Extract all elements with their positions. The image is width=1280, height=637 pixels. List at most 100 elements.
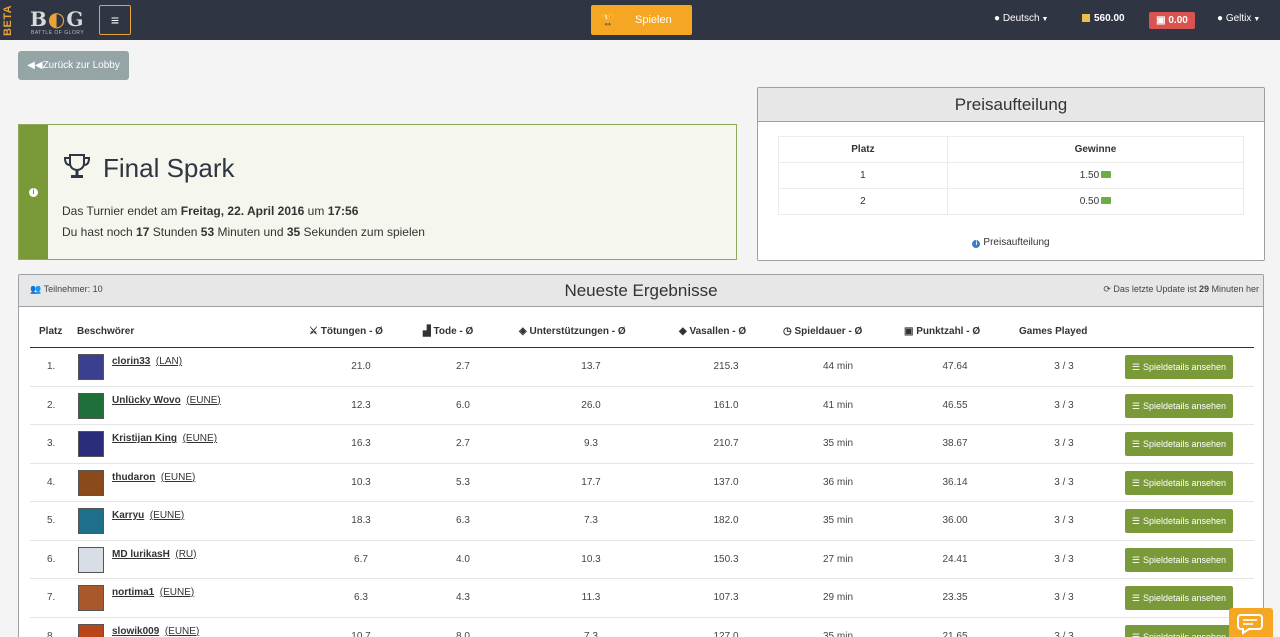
summoner-avatar[interactable] [78, 623, 104, 637]
duration-cell: 41 min [822, 399, 854, 411]
duration-cell: 35 min [822, 630, 854, 637]
summoner-avatar[interactable] [78, 508, 104, 534]
score-cell: 23.35 [942, 592, 968, 603]
deaths-cell: 4.0 [456, 553, 470, 565]
place-cell: 6. [47, 553, 56, 565]
score-cell: 36.00 [942, 515, 968, 526]
column-header-assists[interactable]: ◈ Unterstützungen - Ø [519, 326, 626, 337]
back-to-lobby-button[interactable]: ◀◀Zurück zur Lobby [18, 51, 129, 80]
summoner-link[interactable]: thudaron (EUNE) [112, 472, 195, 483]
gamepad-icon: ▣ [904, 326, 914, 337]
list-icon: ☰ [1131, 362, 1140, 372]
game-details-button[interactable]: ☰ Spieldetails ansehen [1125, 432, 1233, 456]
column-header-score[interactable]: ▣ Punktzahl - Ø [904, 326, 980, 337]
minions-cell: 210.7 [713, 438, 739, 449]
column-header-summoner: Beschwörer [77, 326, 135, 337]
place-cell: 8. [47, 630, 56, 637]
games-cell: 3 / 3 [1054, 476, 1074, 488]
info-strip: i [19, 125, 48, 259]
place-cell: 4. [47, 476, 56, 488]
game-details-button[interactable]: ☰ Spieldetails ansehen [1125, 624, 1233, 637]
cash-balance[interactable]: ▣ 0.00 [1149, 12, 1195, 29]
assists-cell: 13.7 [581, 361, 601, 372]
kills-cell: 16.3 [351, 438, 371, 449]
table-row: 7. nortima1 (EUNE) 6.3 4.3 11.3 107.3 29 min 23… [30, 579, 1254, 618]
summoner-link[interactable]: slowik009 (EUNE) [112, 626, 199, 637]
score-cell: 36.14 [942, 476, 968, 488]
tournament-title: Final Spark [103, 153, 235, 183]
games-cell: 3 / 3 [1054, 438, 1074, 449]
summoner-avatar[interactable] [78, 392, 104, 419]
prize-table-header: Platz Gewinne [778, 136, 1245, 163]
chat-icon [1237, 614, 1263, 635]
column-header-duration[interactable]: ◷ Spieldauer - Ø [783, 326, 862, 337]
summoner-link[interactable]: Karryu (EUNE) [112, 510, 184, 521]
globe-icon: ● [994, 13, 1001, 24]
user-dropdown[interactable]: ● Geltix ▼ [1217, 13, 1260, 24]
column-header-kills[interactable]: ⚔ Tötungen - Ø [309, 326, 383, 337]
time-remaining-text: Du hast noch 17 Stunden 53 Minuten und 3… [62, 225, 425, 239]
place-cell: 3. [47, 438, 56, 449]
place-cell: 7. [47, 592, 56, 603]
table-row: 2. Unlücky Wovo (EUNE) 12.3 6.0 26.0 161.0 41 … [30, 387, 1254, 425]
game-details-button[interactable]: ☰ Spieldetails ansehen [1125, 586, 1233, 610]
kills-cell: 6.3 [354, 592, 368, 603]
games-cell: 3 / 3 [1054, 515, 1074, 526]
deaths-cell: 6.0 [456, 399, 470, 411]
play-button[interactable]: 🏆 Spielen [591, 5, 692, 35]
top-navbar: BETA B◐G BATTLE OF GLORY ≡ 🏆 Spielen ● D… [0, 0, 1280, 40]
game-details-button[interactable]: ☰ Spieldetails ansehen [1125, 470, 1233, 495]
assists-cell: 10.3 [581, 553, 601, 565]
summoner-link[interactable]: Unlücky Wovo (EUNE) [112, 395, 221, 406]
list-icon: ☰ [1131, 400, 1140, 411]
summoner-avatar[interactable] [78, 431, 104, 457]
prize-distribution-link[interactable]: i Preisaufteilung [758, 237, 1264, 248]
prize-amount: 0.50 [946, 188, 1245, 215]
game-details-button[interactable]: ☰ Spieldetails ansehen [1125, 509, 1233, 533]
minions-cell: 107.3 [713, 592, 739, 603]
refresh-icon: ⟳ [1103, 284, 1111, 294]
summoner-link[interactable]: Kristijan King (EUNE) [112, 433, 217, 444]
assists-cell: 11.3 [581, 592, 601, 603]
menu-toggle-button[interactable]: ≡ [99, 5, 131, 35]
minions-cell: 127.0 [713, 630, 739, 637]
money-icon: ▣ [1156, 15, 1166, 26]
logo[interactable]: B◐G BATTLE OF GLORY [22, 4, 94, 36]
info-icon: i [972, 240, 981, 248]
games-cell: 3 / 3 [1054, 361, 1074, 372]
summoner-link[interactable]: nortima1 (EUNE) [112, 587, 194, 598]
place-cell: 1. [47, 361, 56, 372]
column-header-deaths[interactable]: ▟ Tode - Ø [423, 326, 473, 337]
language-dropdown[interactable]: ● Deutsch ▼ [994, 13, 1048, 24]
list-icon: ☰ [1131, 439, 1140, 449]
prize-row: 2 0.50 [778, 188, 1245, 215]
assists-cell: 7.3 [584, 630, 598, 637]
summoner-avatar[interactable] [78, 469, 104, 496]
game-details-button[interactable]: ☰ Spieldetails ansehen [1125, 355, 1233, 379]
prize-table: Platz Gewinne 1 1.50 2 0.50 [778, 136, 1245, 215]
summoner-link[interactable]: clorin33 (LAN) [112, 356, 182, 367]
chat-button[interactable] [1229, 608, 1273, 637]
column-header-place: Platz [778, 136, 948, 163]
assists-cell: 26.0 [581, 399, 601, 411]
prize-panel-title: Preisaufteilung [758, 88, 1264, 122]
summoner-avatar[interactable] [78, 585, 104, 611]
assists-cell: 7.3 [584, 515, 598, 526]
column-header-minions[interactable]: ◆ Vasallen - Ø [679, 326, 746, 337]
column-header-place: Platz [39, 326, 63, 337]
coins-balance[interactable]: 560.00 [1082, 13, 1125, 24]
game-details-button[interactable]: ☰ Spieldetails ansehen [1125, 547, 1233, 572]
kills-cell: 21.0 [351, 361, 371, 372]
summoner-avatar[interactable] [78, 354, 104, 380]
minions-cell: 150.3 [713, 553, 739, 565]
score-cell: 47.64 [942, 361, 968, 372]
summoner-link[interactable]: MD lurikasH (RU) [112, 549, 196, 560]
drop-icon: ◆ [679, 326, 687, 337]
summoner-avatar[interactable] [78, 546, 104, 573]
caret-down-icon: ▼ [1253, 16, 1261, 23]
game-details-button[interactable]: ☰ Spieldetails ansehen [1125, 393, 1233, 418]
last-update-text: ⟳ Das letzte Update ist 29 Minuten her [1103, 284, 1259, 294]
column-header-winnings: Gewinne [946, 136, 1245, 163]
caret-down-icon: ▼ [1041, 16, 1049, 23]
participants-count: 👥 Teilnehmer: 10 [30, 284, 103, 294]
